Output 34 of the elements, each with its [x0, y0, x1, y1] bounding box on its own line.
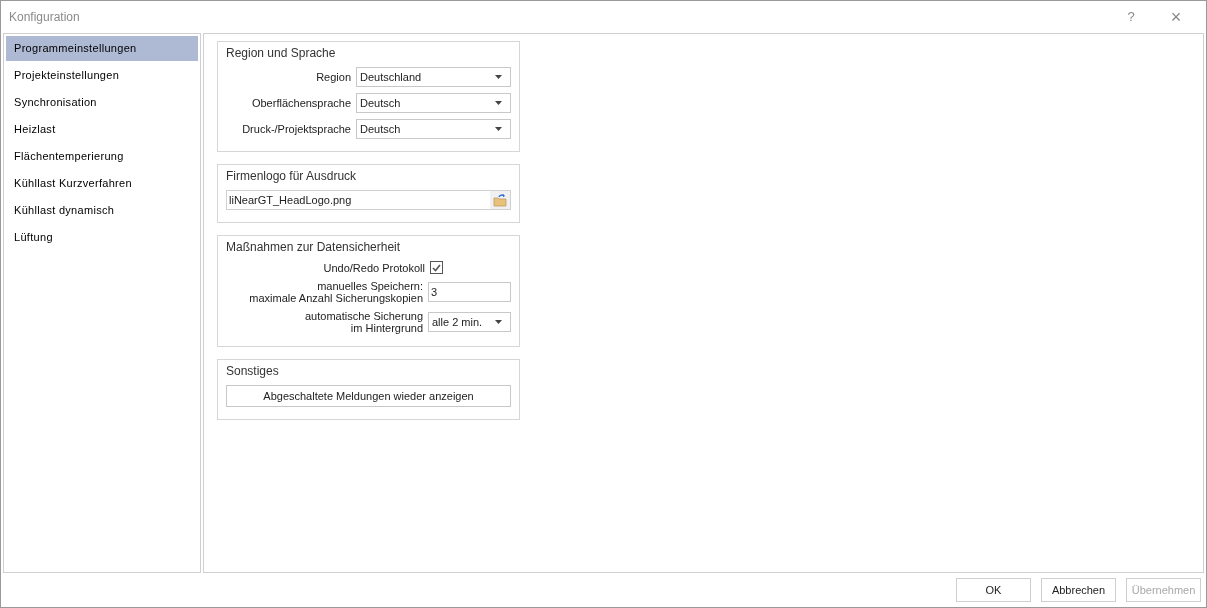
field-label: Region	[315, 71, 351, 83]
sidebar-item[interactable]: Lüftung	[6, 225, 198, 250]
field-label: automatische Sicherung im Hintergrund	[304, 310, 423, 334]
field-label: Druck-/Projektsprache	[241, 123, 351, 135]
dropdown[interactable]: alle 2 min.	[428, 312, 511, 332]
close-button[interactable]: ×	[1154, 3, 1198, 31]
dropdown[interactable]: Deutsch	[356, 93, 511, 113]
input-field[interactable]: 3	[428, 282, 511, 302]
sidebar-item[interactable]: Projekteinstellungen	[6, 63, 198, 88]
sidebar-item[interactable]: Programmeinstellungen	[6, 36, 198, 61]
dropdown[interactable]: Deutsch	[356, 119, 511, 139]
dropdown[interactable]: Deutschland	[356, 67, 511, 87]
help-button[interactable]: ?	[1116, 7, 1146, 27]
window-title: Konfiguration	[9, 9, 81, 26]
sidebar-item[interactable]: Flächentemperierung	[6, 144, 198, 169]
field-label: Undo/Redo Protokoll	[322, 261, 425, 274]
dialog-button[interactable]: OK	[956, 578, 1031, 602]
sidebar-item[interactable]: Kühllast Kurzverfahren	[6, 171, 198, 196]
group-title: Region und Sprache	[226, 45, 337, 61]
dialog-button[interactable]: Abbrechen	[1041, 578, 1116, 602]
field-label: Oberflächensprache	[250, 97, 351, 109]
field-label: manuelles Speichern: maximale Anzahl Sicherungskopien	[248, 280, 423, 304]
checkbox[interactable]	[430, 261, 443, 274]
caret-icon	[495, 127, 502, 131]
sidebar-item[interactable]: Kühllast dynamisch	[6, 198, 198, 223]
caret-icon	[495, 101, 502, 105]
sidebar-item[interactable]: Heizlast	[6, 117, 198, 142]
group-title: Sonstiges	[226, 363, 280, 379]
caret-icon	[495, 320, 502, 324]
group-title: Firmenlogo für Ausdruck	[226, 168, 358, 184]
sidebar-item[interactable]: Synchronisation	[6, 90, 198, 115]
show-messages-button[interactable]: Abgeschaltete Meldungen wieder anzeigen	[226, 385, 511, 407]
group-title: Maßnahmen zur Datensicherheit	[226, 239, 402, 255]
caret-icon	[495, 75, 502, 79]
